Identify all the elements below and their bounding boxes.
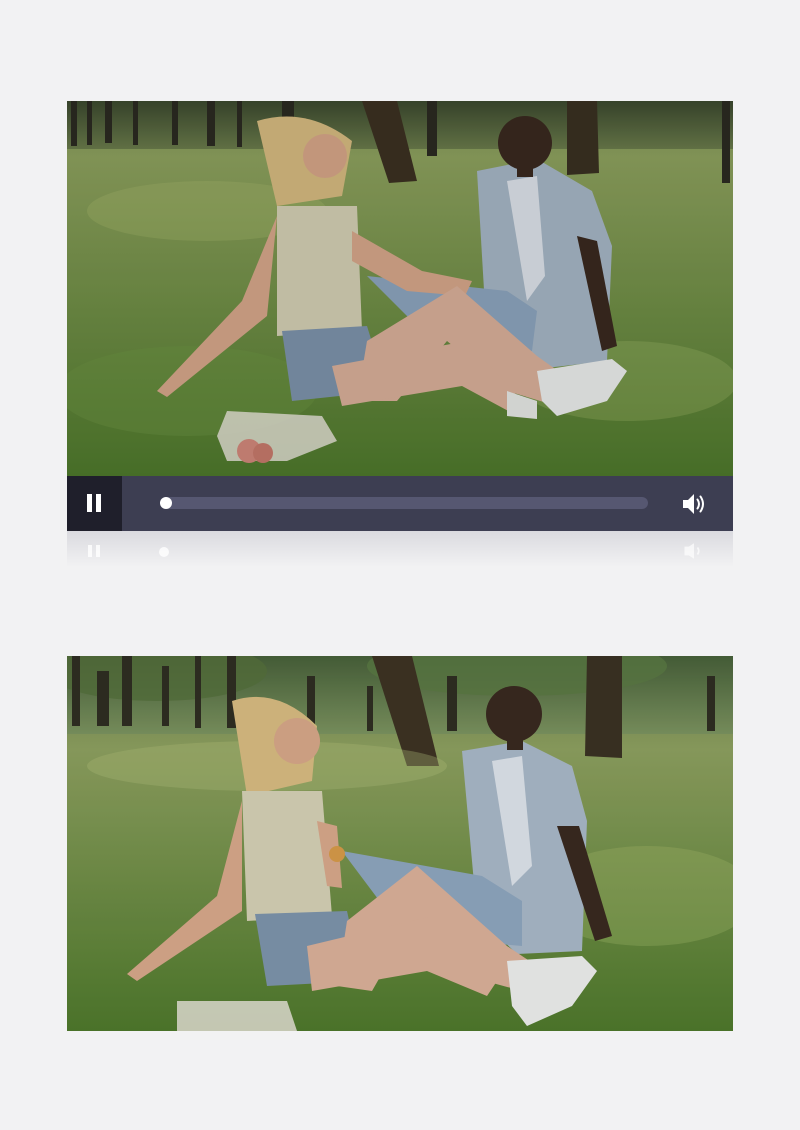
progress-knob-reflection [159,547,169,557]
pause-icon-bar [96,494,101,512]
progress-knob[interactable] [160,497,172,509]
video-frame[interactable] [67,101,733,476]
pause-icon [87,494,92,512]
pause-icon-reflection-bar [96,545,100,557]
page [0,0,800,1130]
control-bar-reflection [67,531,733,567]
video-frame-still [67,656,733,1031]
video-player[interactable] [67,101,733,531]
progress-bar[interactable] [160,497,648,509]
video-scene-park-couple-2 [67,656,733,1031]
pause-button[interactable] [67,476,122,531]
control-bar [67,476,733,531]
volume-button[interactable] [679,489,709,519]
volume-icon [683,494,704,514]
video-scene-park-couple [67,101,733,476]
volume-icon-reflection [684,543,700,559]
pause-icon-reflection [88,545,92,557]
